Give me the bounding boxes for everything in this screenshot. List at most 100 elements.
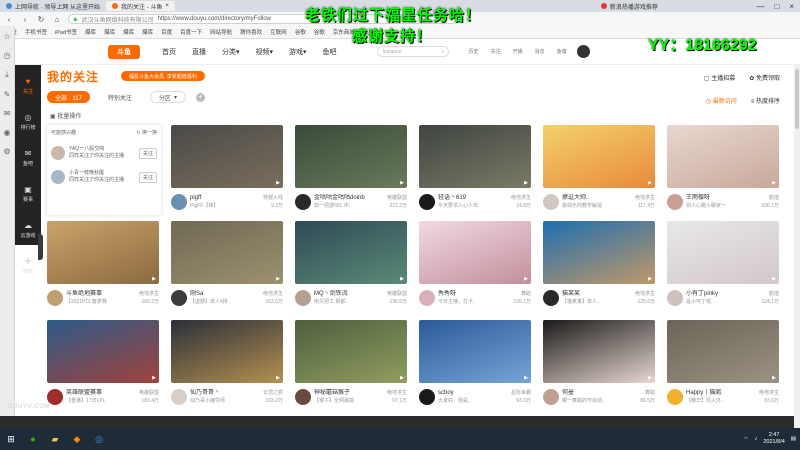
bookmark-item[interactable]: 猜你喜欢 xyxy=(240,28,262,36)
nav-game[interactable]: 游戏▾ xyxy=(289,47,307,57)
filter-special[interactable]: 特别关注 xyxy=(100,91,140,103)
room-thumbnail[interactable]: ▶ xyxy=(47,221,159,284)
avatar[interactable] xyxy=(667,389,683,405)
left-nav-item[interactable]: ✚ 推荐 xyxy=(23,257,33,275)
avatar[interactable] xyxy=(543,389,559,405)
room-card[interactable]: ▶ pigff PigFF【锋】 穿越火线 9.3万 xyxy=(171,125,283,213)
bookmark-item[interactable]: 谷歌 xyxy=(314,28,325,36)
suggestion-name[interactable]: 小青一枝晚秋醒 xyxy=(69,170,135,177)
left-nav-item[interactable]: ✉ 鱼吧 xyxy=(23,149,33,167)
minimize-icon[interactable]: — xyxy=(756,2,764,11)
browser-tab-active[interactable]: 我的关注 - 斗鱼 × xyxy=(106,1,175,11)
avatar[interactable] xyxy=(543,290,559,306)
avatar[interactable] xyxy=(171,290,187,306)
avatar[interactable] xyxy=(419,389,435,405)
room-card[interactable]: ▶ Happy丨猫腻 【精华】风火外.. 绝地求生 83.6万 xyxy=(667,320,779,408)
network-icon[interactable]: ⌔ xyxy=(743,436,748,443)
avatar[interactable] xyxy=(47,389,63,405)
room-category[interactable]: 英雄联盟 xyxy=(139,389,159,397)
streamer-name[interactable]: 英雄联盟赛事 xyxy=(66,389,136,397)
streamer-name[interactable]: 轻语丶619 xyxy=(438,194,508,202)
room-card[interactable]: ▶ 金咕咕金咕咕doinb 如一把游001 中.. 英雄联盟 223.2万 xyxy=(295,125,407,213)
room-card[interactable]: ▶ 撩逗大帅.. 最快乐的教学解说 绝地求生 117.4万 xyxy=(543,125,655,213)
streamer-name[interactable]: 猫某某 xyxy=(562,290,632,298)
avatar[interactable] xyxy=(51,170,65,184)
notification-icon[interactable]: ▤ xyxy=(791,436,796,442)
follow-button[interactable]: 关注 xyxy=(138,147,157,159)
header-fishpond[interactable]: 鱼塘 xyxy=(557,48,567,55)
room-thumbnail[interactable]: ▶ xyxy=(171,221,283,284)
filter-all[interactable]: 全部 · 117 xyxy=(47,91,90,103)
bookmark-item[interactable]: 爆库 xyxy=(123,28,134,36)
mail-icon[interactable]: ✉ xyxy=(4,109,11,118)
room-thumbnail[interactable]: ▶ xyxy=(171,320,283,383)
room-category[interactable]: 绝地求生 xyxy=(263,290,283,298)
room-card[interactable]: ▶ 猫某某 【猫某某】单人.. 绝地求生 125.6万 xyxy=(543,221,655,309)
streamer-name[interactable]: 刚Sa xyxy=(190,290,260,298)
streamer-name[interactable]: 何曼 xyxy=(562,389,637,397)
room-category[interactable]: 舞蹈 xyxy=(513,290,531,298)
bookmark-item[interactable]: 爆库 xyxy=(142,28,153,36)
header-history[interactable]: 历史 xyxy=(469,48,479,55)
streamer-name[interactable]: 撩逗大帅.. xyxy=(562,194,632,202)
app-icon[interactable]: ◆ xyxy=(70,432,84,446)
room-category[interactable]: 舞蹈 xyxy=(640,389,655,397)
streamer-name[interactable]: pigff xyxy=(190,194,260,202)
left-nav-item[interactable]: ◎ 排行榜 xyxy=(20,113,35,131)
header-follow[interactable]: 关注 xyxy=(491,48,501,55)
streamer-name[interactable]: 神秘蘑菇猴子 xyxy=(314,389,384,397)
anchor-recruit-button[interactable]: ▢ 主播招募 xyxy=(704,73,735,82)
room-card[interactable]: ▶ scboy 大家好，我是.. 星际争霸 93.3万 xyxy=(419,320,531,408)
game-icon[interactable]: ◉ xyxy=(4,128,11,137)
avatar[interactable] xyxy=(667,290,683,306)
room-category[interactable]: 英雄联盟 xyxy=(387,194,407,202)
avatar[interactable] xyxy=(51,146,65,160)
streamer-name[interactable]: 秀秀呀 xyxy=(438,290,510,298)
room-category[interactable]: 穿越火线 xyxy=(263,194,283,202)
star-icon[interactable]: ☆ xyxy=(3,32,10,41)
room-category[interactable]: 云顶之弈 xyxy=(263,389,283,397)
room-thumbnail[interactable]: ▶ xyxy=(295,320,407,383)
browser-tab[interactable]: 新浪热播游戏推荐 xyxy=(595,1,664,11)
sort-recent[interactable]: ◷ 最新访问 xyxy=(706,96,737,105)
bookmark-item[interactable]: 百度一下 xyxy=(180,28,202,36)
room-thumbnail[interactable]: ▶ xyxy=(295,221,407,284)
bookmark-item[interactable]: 百度 xyxy=(161,28,172,36)
clock[interactable]: 2:47 2021/8/4 xyxy=(763,432,784,446)
room-card[interactable]: ▶ 王雨樱呀 别人心跳小聊家一 颜值 106.1万 xyxy=(667,125,779,213)
bookmark-item[interactable]: 互联网 xyxy=(270,28,287,36)
avatar[interactable] xyxy=(171,194,187,210)
site-logo[interactable]: 斗鱼 xyxy=(108,44,140,59)
bookmark-item[interactable]: 谷歌 xyxy=(295,28,306,36)
nav-live[interactable]: 直播 xyxy=(192,47,206,57)
room-category[interactable]: 星际争霸 xyxy=(511,389,531,397)
room-category[interactable]: 绝地求生 xyxy=(387,389,407,397)
add-group-icon[interactable]: + xyxy=(195,92,205,102)
room-thumbnail[interactable]: ▶ xyxy=(171,125,283,188)
bookmark-item[interactable]: 爆库 xyxy=(85,28,96,36)
wechat-icon[interactable]: ● xyxy=(26,432,40,446)
filter-group[interactable]: 分区 ▾ xyxy=(149,91,186,103)
volume-icon[interactable]: ♪ xyxy=(755,436,758,442)
close-icon[interactable]: × xyxy=(165,3,169,9)
left-nav-item[interactable]: ☁ 云游戏 xyxy=(20,221,35,239)
room-category[interactable]: 颜值 xyxy=(761,194,779,202)
room-category[interactable]: 绝地求生 xyxy=(635,290,655,298)
room-category[interactable]: 英雄联盟 xyxy=(387,290,407,298)
nav-home[interactable]: 首页 xyxy=(162,47,176,57)
bookmark-item[interactable]: 爆库 xyxy=(104,28,115,36)
room-thumbnail[interactable]: ▶ xyxy=(667,125,779,188)
avatar[interactable] xyxy=(576,45,590,58)
avatar[interactable] xyxy=(47,290,63,306)
home-icon[interactable]: ⌂ xyxy=(52,15,62,24)
room-card[interactable]: ▶ 何曼 哪一舞蹈的节目动.. 舞蹈 86.5万 xyxy=(543,320,655,408)
room-thumbnail[interactable]: ▶ xyxy=(543,125,655,188)
nav-category[interactable]: 分类▾ xyxy=(222,47,240,57)
scrollbar-thumb[interactable] xyxy=(795,69,799,129)
room-thumbnail[interactable]: ▶ xyxy=(667,320,779,383)
close-window-icon[interactable]: × xyxy=(789,2,794,11)
avatar[interactable] xyxy=(295,194,311,210)
avatar[interactable] xyxy=(295,389,311,405)
room-thumbnail[interactable]: ▶ xyxy=(543,221,655,284)
search-input[interactable]: Instance ⌕ xyxy=(376,46,449,57)
